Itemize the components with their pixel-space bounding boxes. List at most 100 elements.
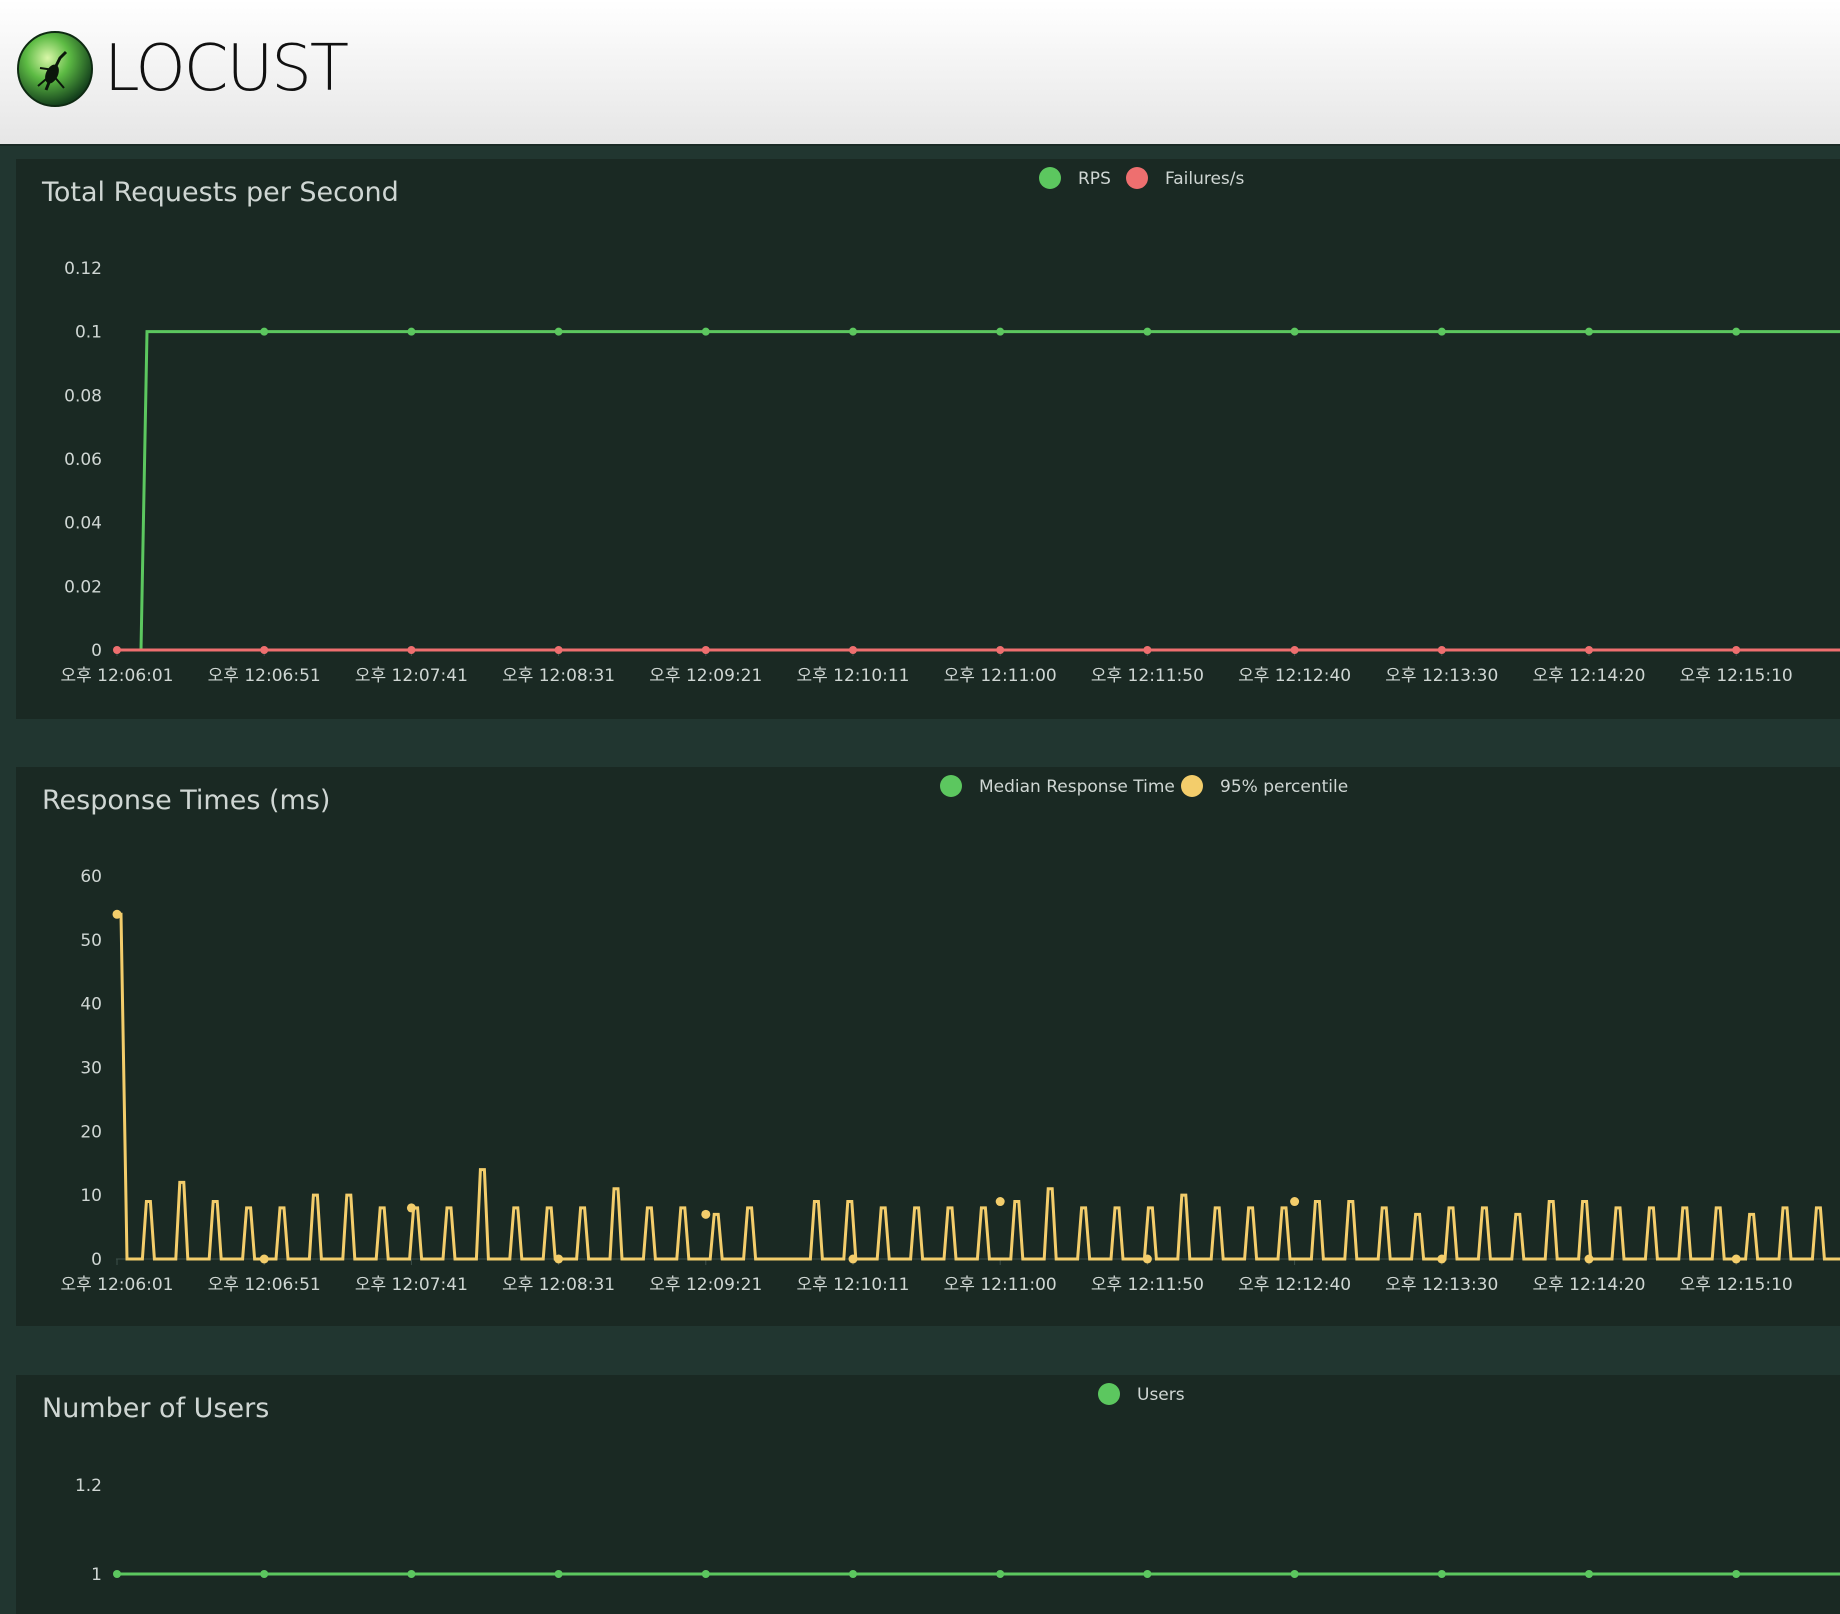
p95-point[interactable] [848,1254,858,1264]
rps-chart-panel: Total Requests per Second RPS Failures/s… [16,159,1840,719]
rps-point[interactable] [1437,327,1446,336]
rps-point[interactable] [260,327,269,336]
rps-point[interactable] [554,327,563,336]
users-point[interactable] [260,1570,269,1578]
failures-point[interactable] [996,646,1005,654]
users-point[interactable] [1732,1570,1741,1578]
failures-point[interactable] [1437,646,1446,654]
users-point[interactable] [849,1570,857,1578]
failures-point[interactable] [554,646,563,654]
x-tick-label: 오후 12:10:11 [796,1275,909,1295]
x-tick-label: 오후 12:09:21 [649,1275,762,1295]
p95-point[interactable] [701,1209,711,1219]
response-times-chart-title: Response Times (ms) [42,785,330,816]
y-tick-label: 40 [80,995,102,1015]
response-times-y-axis: 0 10 20 30 40 50 60 [80,867,102,1270]
rps-point[interactable] [701,327,710,336]
x-tick-label: 오후 12:15:10 [1680,1275,1793,1295]
p95-point[interactable] [1290,1197,1300,1207]
users-point[interactable] [701,1570,710,1578]
p95-point[interactable] [554,1254,564,1264]
x-tick-label: 오후 12:11:50 [1091,1275,1204,1295]
header-bar: LOCUST [0,0,1840,146]
p95-point[interactable] [1731,1254,1741,1264]
rps-point[interactable] [996,327,1005,336]
p95-point[interactable] [1584,1254,1594,1264]
x-tick-label: 오후 12:08:31 [502,666,615,686]
legend-median-label[interactable]: Median Response Time [979,777,1175,797]
rps-y-axis: 0 0.02 0.04 0.06 0.08 0.1 0.12 [64,259,102,661]
x-tick-label: 오후 12:11:50 [1091,666,1204,686]
x-tick-label: 오후 12:13:30 [1385,666,1498,686]
failures-point[interactable] [1585,646,1593,654]
rps-point[interactable] [407,327,416,336]
users-point[interactable] [996,1570,1005,1578]
y-tick-label: 0 [91,641,102,661]
failures-point[interactable] [849,646,857,654]
users-point[interactable] [1290,1570,1299,1578]
rps-point[interactable] [849,327,857,336]
legend-p95-swatch[interactable] [1181,775,1203,797]
y-tick-label: 0.1 [75,323,102,343]
x-tick-label: 오후 12:12:40 [1238,666,1351,686]
x-tick-label: 오후 12:13:30 [1385,1275,1498,1295]
users-y-axis: 0.811.2 [75,1476,102,1585]
rps-point[interactable] [1732,327,1741,336]
x-tick-label: 오후 12:06:51 [208,666,321,686]
y-tick-label: 0.02 [64,577,102,597]
p95-point[interactable] [1437,1254,1447,1264]
legend-failures-label[interactable]: Failures/s [1165,169,1245,189]
failures-point[interactable] [1143,646,1152,654]
response-times-chart: Response Times (ms) Median Response Time… [42,775,1840,1295]
legend-users-swatch[interactable] [1098,1383,1120,1405]
y-tick-label: 0.04 [64,514,102,534]
failures-point[interactable] [260,646,269,654]
y-tick-label: 20 [80,1122,102,1142]
x-tick-label: 오후 12:15:10 [1680,666,1793,686]
y-tick-label: 0.06 [64,450,102,470]
rps-point[interactable] [1585,327,1593,336]
users-chart: Number of Users Users 0.811.2 [42,1383,1840,1585]
p95-series-points [112,909,1741,1264]
failures-point[interactable] [1732,646,1741,654]
y-tick-label: 0 [91,1250,102,1270]
x-tick-label: 오후 12:06:01 [60,1275,173,1295]
legend-users-label[interactable]: Users [1137,1385,1185,1405]
y-tick-label: 1 [91,1565,102,1585]
legend-rps-swatch[interactable] [1039,167,1061,189]
x-tick-label: 오후 12:08:31 [502,1275,615,1295]
failures-point[interactable] [1290,646,1299,654]
response-times-chart-panel: Response Times (ms) Median Response Time… [16,767,1840,1326]
p95-point[interactable] [112,909,122,919]
rps-series-line [117,330,1840,652]
users-point[interactable] [1143,1570,1152,1578]
users-point[interactable] [1585,1570,1593,1578]
p95-point[interactable] [1142,1254,1152,1264]
users-point[interactable] [407,1570,416,1578]
legend-rps-label[interactable]: RPS [1078,169,1111,189]
rps-x-axis: 오후 12:06:01 오후 12:06:51 오후 12:07:41 오후 12:0… [60,650,1793,686]
x-tick-label: 오후 12:11:00 [944,666,1057,686]
users-chart-panel: Number of Users Users 0.811.2 [16,1375,1840,1614]
app-title: LOCUST [104,32,349,106]
failures-point[interactable] [113,646,121,654]
p95-point[interactable] [259,1254,269,1264]
rps-point[interactable] [1143,327,1152,336]
users-point[interactable] [113,1570,121,1578]
failures-point[interactable] [407,646,416,654]
rps-point[interactable] [1290,327,1299,336]
x-tick-label: 오후 12:07:41 [355,666,468,686]
locust-logo-icon[interactable] [16,30,94,108]
legend-failures-swatch[interactable] [1126,167,1148,189]
users-point[interactable] [1437,1570,1446,1578]
p95-point[interactable] [406,1203,416,1213]
legend-p95-label[interactable]: 95% percentile [1220,777,1348,797]
p95-point[interactable] [995,1197,1005,1207]
y-tick-label: 0.08 [64,386,102,406]
users-point[interactable] [554,1570,563,1578]
legend-median-swatch[interactable] [940,775,962,797]
failures-point[interactable] [701,646,710,654]
x-tick-label: 오후 12:14:20 [1532,666,1645,686]
y-tick-label: 30 [80,1059,102,1079]
x-tick-label: 오후 12:14:20 [1532,1275,1645,1295]
